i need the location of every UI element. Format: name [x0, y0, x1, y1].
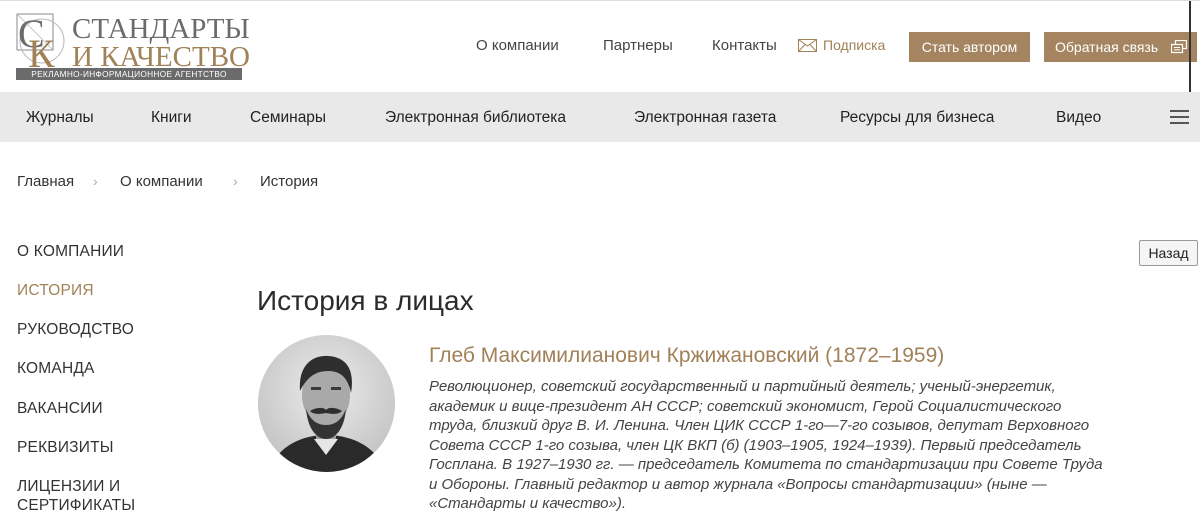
sidebar-item-vacancies[interactable]: ВАКАНСИИ	[17, 400, 103, 418]
nav-item-business-resources[interactable]: Ресурсы для бизнеса	[840, 109, 994, 127]
breadcrumb-about[interactable]: О компании	[120, 173, 203, 190]
person-portrait-image	[258, 335, 395, 472]
sidebar-item-team[interactable]: КОМАНДА	[17, 360, 95, 378]
sidebar-item-certificates[interactable]: СЕРТИФИКАТЫ	[17, 497, 135, 515]
bio-line: Совета СССР 1-го созыва, член ЦК ВКП (б)…	[429, 436, 1082, 454]
back-button[interactable]: Назад	[1139, 240, 1198, 266]
logo-emblem-icon: С К	[16, 13, 65, 69]
bio-line: Революционер, советский государственный …	[429, 378, 1056, 395]
become-author-button[interactable]: Стать автором	[909, 32, 1030, 62]
svg-text:К: К	[28, 31, 55, 69]
top-link-partners[interactable]: Партнеры	[603, 37, 673, 54]
bio-line: труда, близкий друг В. И. Ленина. Член Ц…	[429, 417, 1090, 434]
chat-icon	[1171, 40, 1187, 54]
bio-line: академик и вице-президент АН СССР; совет…	[429, 397, 1062, 415]
bio-line: Госплана. В 1927–1930 гг. — председатель…	[429, 456, 1103, 473]
sidebar-item-management[interactable]: РУКОВОДСТВО	[17, 321, 134, 339]
top-link-about[interactable]: О компании	[476, 37, 559, 54]
person-bio: Революционер, советский государственный …	[429, 377, 1129, 514]
feedback-label: Обратная связь	[1055, 39, 1159, 55]
main-navigation: Журналы Книги Семинары Электронная библи…	[0, 92, 1200, 142]
feedback-button[interactable]: Обратная связь	[1044, 32, 1197, 62]
sidebar-item-licenses[interactable]: ЛИЦЕНЗИИ И	[17, 478, 120, 496]
sidebar-item-history[interactable]: ИСТОРИЯ	[17, 282, 94, 300]
breadcrumb-chevron-icon: ›	[93, 173, 98, 189]
logo-tagline: РЕКЛАМНО-ИНФОРМАЦИОННОЕ АГЕНТСТВО	[16, 68, 242, 80]
person-name[interactable]: Глеб Максимилианович Кржижановский (1872…	[429, 344, 944, 368]
nav-item-e-newspaper[interactable]: Электронная газета	[634, 109, 776, 127]
hamburger-menu-icon[interactable]	[1170, 110, 1189, 124]
site-logo[interactable]: С К СТАНДАРТЫ И КАЧЕСТВО РЕКЛАМНО-ИНФОРМ…	[16, 11, 250, 81]
nav-item-e-library[interactable]: Электронная библиотека	[385, 109, 566, 127]
sidebar-item-requisites[interactable]: РЕКВИЗИТЫ	[17, 439, 114, 457]
nav-item-journals[interactable]: Журналы	[26, 109, 94, 127]
breadcrumb-home[interactable]: Главная	[17, 173, 74, 190]
breadcrumb-chevron-icon: ›	[233, 173, 238, 189]
scrollbar-indicator	[1189, 1, 1191, 93]
subscribe-link[interactable]: Подписка	[798, 37, 885, 53]
site-header: С К СТАНДАРТЫ И КАЧЕСТВО РЕКЛАМНО-ИНФОРМ…	[0, 0, 1200, 93]
sidebar-item-about[interactable]: О КОМПАНИИ	[17, 243, 124, 261]
nav-item-books[interactable]: Книги	[151, 109, 192, 127]
top-link-contacts[interactable]: Контакты	[712, 37, 777, 54]
person-portrait	[258, 335, 395, 472]
page-title: История в лицах	[257, 285, 474, 316]
breadcrumb-current: История	[260, 173, 319, 190]
envelope-icon	[798, 39, 817, 52]
subscribe-label: Подписка	[823, 37, 886, 53]
bio-line: и Обороны. Главный редактор и автор журн…	[429, 475, 1047, 493]
nav-item-video[interactable]: Видео	[1056, 109, 1101, 127]
bio-line: «Стандарты и качество»).	[429, 495, 626, 512]
nav-item-seminars[interactable]: Семинары	[250, 109, 326, 127]
